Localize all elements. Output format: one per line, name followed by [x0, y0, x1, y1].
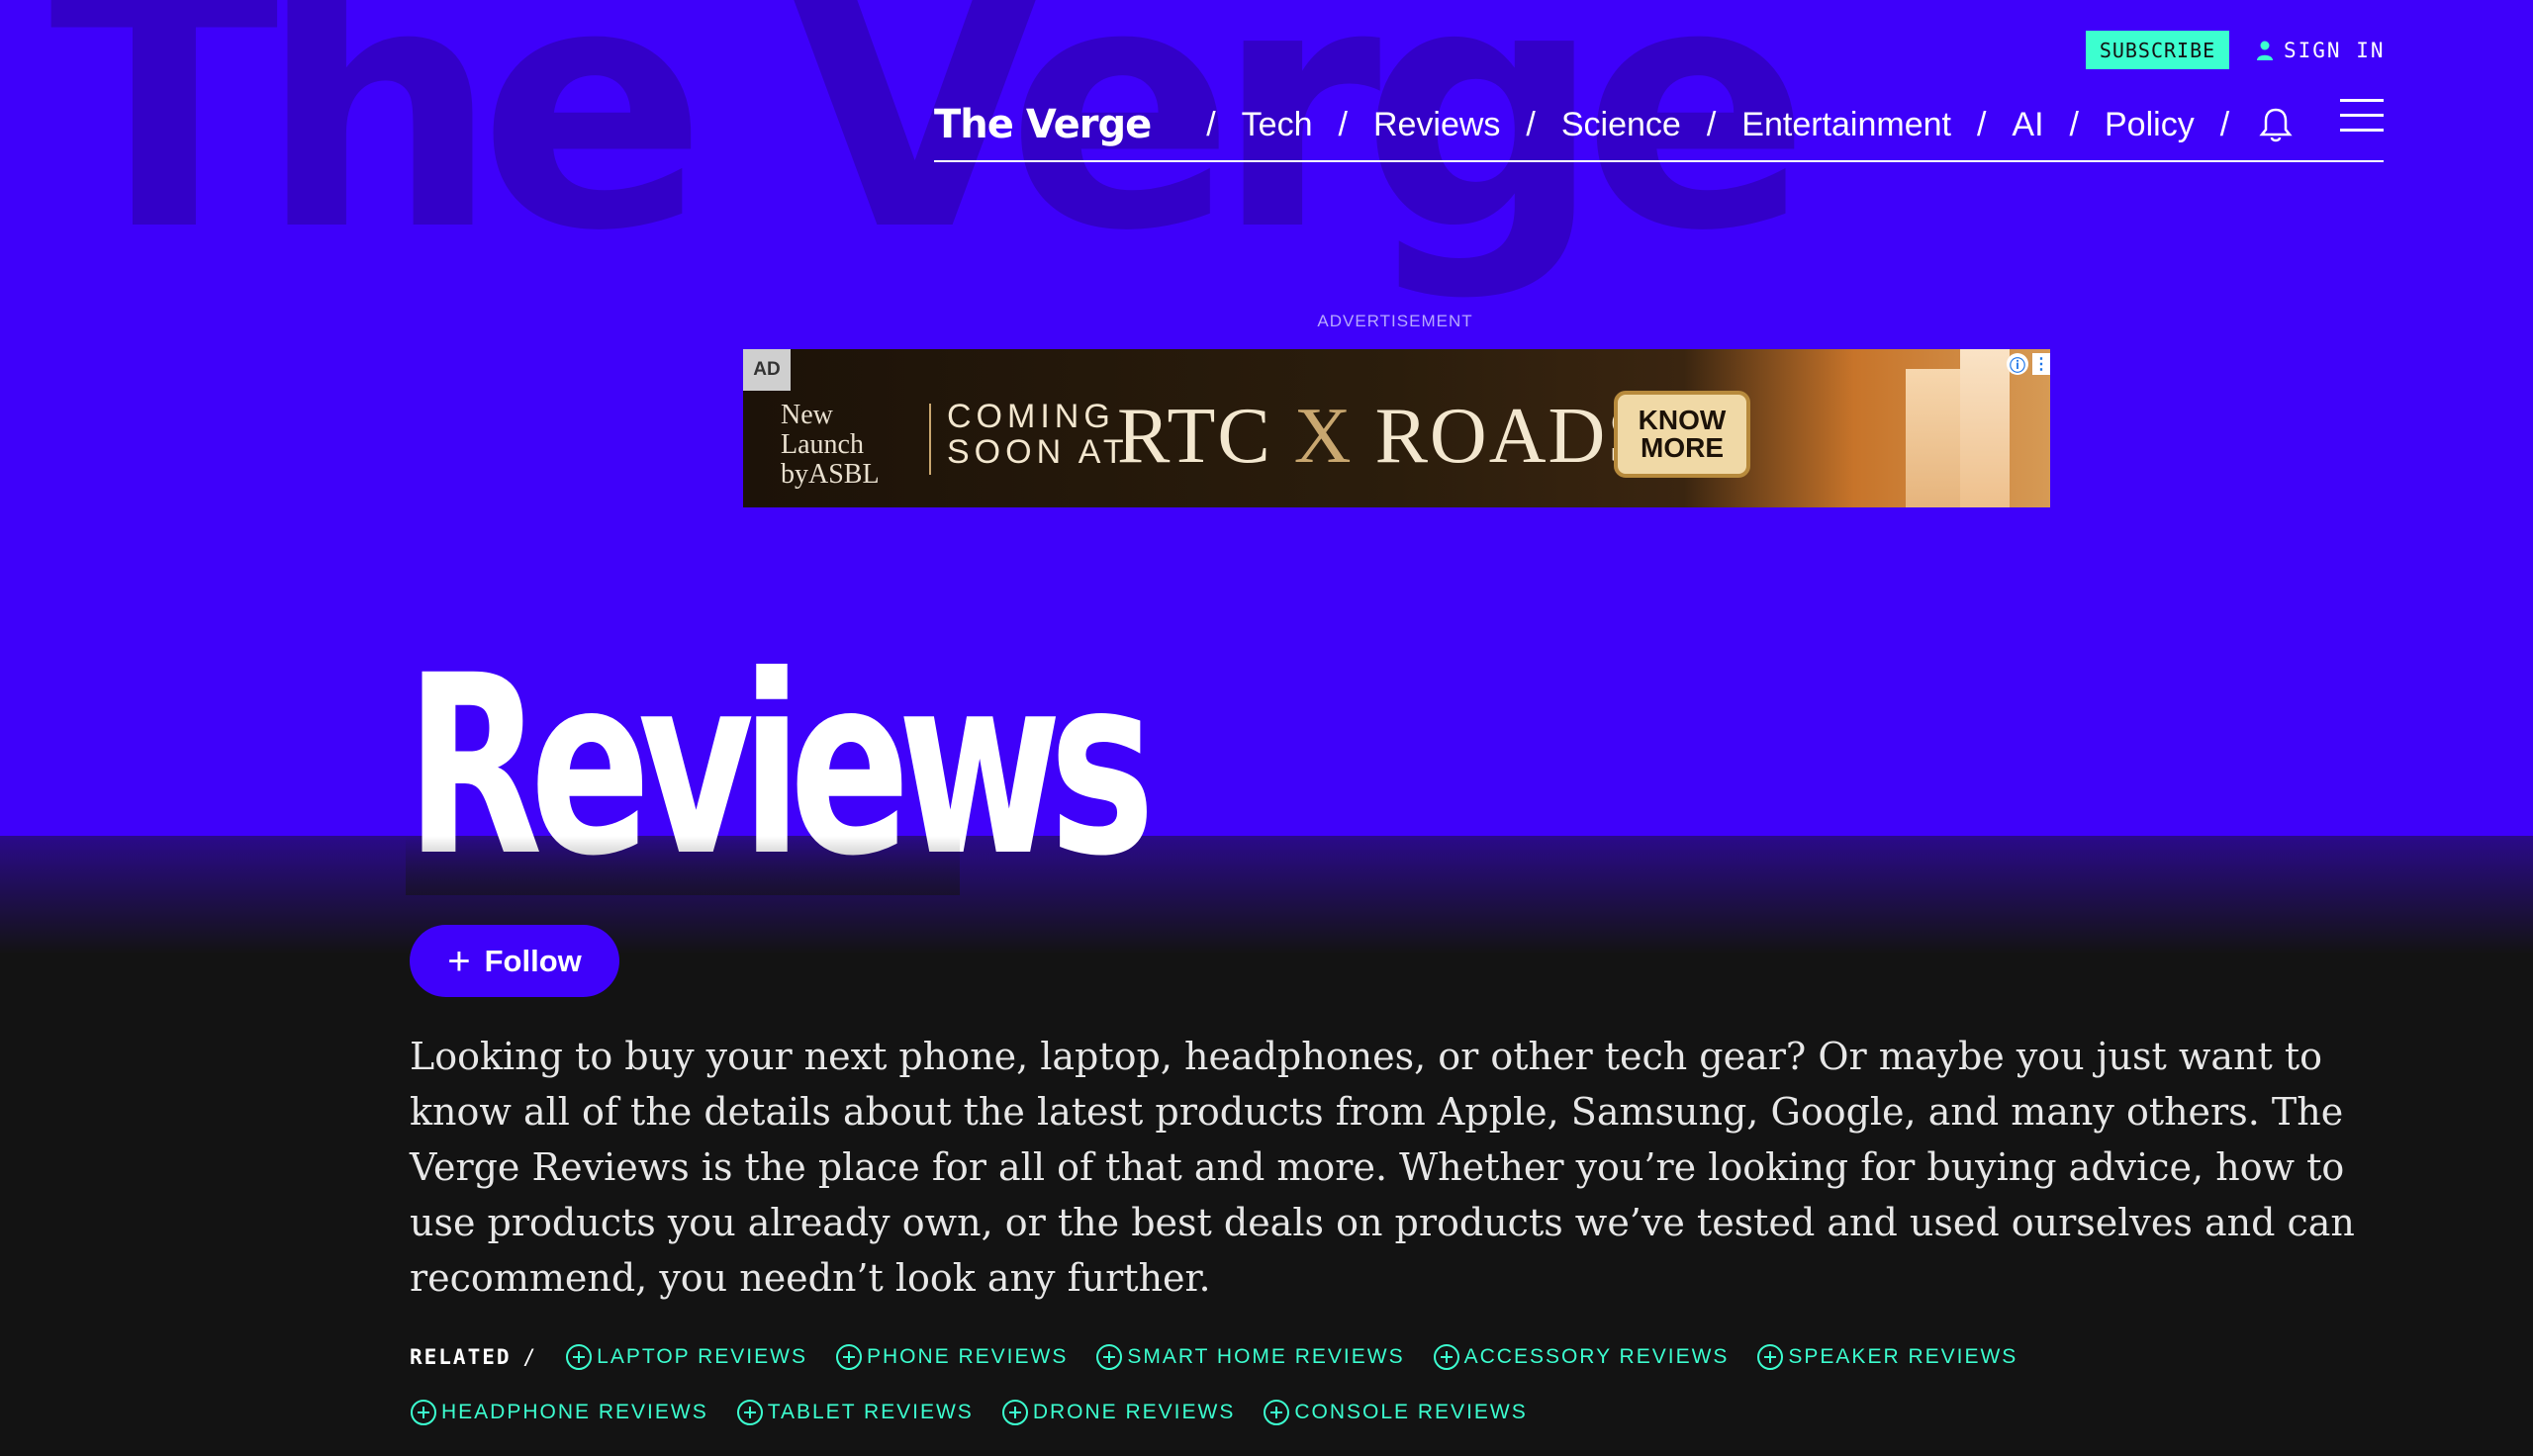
main-nav: The Verge / Tech / Reviews / Science / E…	[934, 89, 2384, 162]
ad-coming-line: SOON AT	[947, 433, 1129, 471]
nav-separator: /	[1206, 105, 1216, 143]
ad-headline-x: X	[1293, 393, 1354, 480]
related-tag-label: HEADPHONE REVIEWS	[441, 1401, 708, 1423]
ad-headline-right: ROADS	[1374, 393, 1653, 480]
hero-fade	[0, 836, 2533, 955]
ad-info-icon[interactable]: ⓘ	[2007, 353, 2028, 375]
related-tag-label: PHONE REVIEWS	[866, 1345, 1069, 1368]
subscribe-button[interactable]: SUBSCRIBE	[2086, 31, 2229, 69]
plus-icon: +	[447, 939, 471, 983]
ad-brand: New Launch byASBL	[781, 401, 880, 490]
nav-item-science[interactable]: Science	[1561, 106, 1681, 144]
plus-circle-icon	[736, 1400, 763, 1425]
related-tag-label: TABLET REVIEWS	[767, 1401, 974, 1423]
ad-brand-line: New	[781, 400, 833, 430]
plus-circle-icon	[1264, 1400, 1290, 1425]
plus-circle-icon	[566, 1344, 593, 1370]
plus-circle-icon	[1433, 1344, 1459, 1370]
related-tag-label: CONSOLE REVIEWS	[1294, 1401, 1528, 1423]
ad-coming-line: COMING	[947, 398, 1115, 435]
ad-cta-line: MORE	[1641, 432, 1724, 463]
nav-item-policy[interactable]: Policy	[2105, 106, 2195, 144]
related-tag-smart-home-reviews[interactable]: SMART HOME REVIEWS	[1095, 1343, 1404, 1371]
ad-more-icon[interactable]: ⋮	[2032, 353, 2050, 375]
page-description: Looking to buy your next phone, laptop, …	[410, 1035, 2355, 1300]
sign-in-link[interactable]: SIGN IN	[2256, 36, 2386, 65]
nav-separator: /	[1976, 105, 1987, 143]
advertisement-banner[interactable]: AD New Launch byASBL COMING SOON AT RTC …	[743, 349, 2050, 507]
related-tag-console-reviews[interactable]: CONSOLE REVIEWS	[1263, 1399, 1527, 1426]
related-tag-phone-reviews[interactable]: PHONE REVIEWS	[835, 1343, 1068, 1371]
related-tag-label: LAPTOP REVIEWS	[597, 1345, 807, 1368]
ad-brand-line: byASBL	[781, 459, 880, 490]
related-topics: RELATED / LAPTOP REVIEWS PHONE REVIEWS S…	[410, 1343, 2290, 1426]
nav-item-reviews[interactable]: Reviews	[1373, 106, 1500, 144]
related-tag-label: SMART HOME REVIEWS	[1127, 1345, 1405, 1368]
follow-button[interactable]: + Follow	[410, 925, 619, 997]
related-label: RELATED	[410, 1345, 512, 1369]
related-tag-accessory-reviews[interactable]: ACCESSORY REVIEWS	[1433, 1343, 1730, 1371]
ad-building-image	[1960, 349, 2010, 507]
related-separator: /	[522, 1345, 538, 1369]
plus-circle-icon	[411, 1400, 436, 1425]
hamburger-menu-icon[interactable]	[2340, 99, 2384, 135]
plus-circle-icon	[1757, 1344, 1784, 1370]
related-tag-drone-reviews[interactable]: DRONE REVIEWS	[1001, 1399, 1236, 1426]
nav-separator: /	[1706, 105, 1717, 143]
nav-separator: /	[2069, 105, 2079, 143]
related-tag-speaker-reviews[interactable]: SPEAKER REVIEWS	[1756, 1343, 2017, 1371]
ad-headline: RTC X ROADS	[1117, 397, 1653, 476]
ad-coming-soon: COMING SOON AT	[929, 399, 1129, 470]
related-tag-laptop-reviews[interactable]: LAPTOP REVIEWS	[565, 1343, 807, 1371]
ad-badge: AD	[743, 349, 791, 391]
related-tag-label: ACCESSORY REVIEWS	[1463, 1345, 1730, 1368]
plus-circle-icon	[1001, 1400, 1028, 1425]
sign-in-label: SIGN IN	[2284, 39, 2386, 62]
nav-item-entertainment[interactable]: Entertainment	[1741, 106, 1951, 144]
related-tag-label: SPEAKER REVIEWS	[1788, 1345, 2018, 1368]
nav-separator: /	[1526, 105, 1536, 143]
user-icon	[2257, 41, 2273, 60]
related-tag-label: DRONE REVIEWS	[1032, 1401, 1236, 1423]
nav-separator: /	[2219, 105, 2230, 143]
nav-separator: /	[1338, 105, 1348, 143]
page-title-fade	[406, 836, 960, 895]
bell-icon[interactable]	[2259, 106, 2293, 143]
plus-circle-icon	[835, 1344, 862, 1370]
related-tag-headphone-reviews[interactable]: HEADPHONE REVIEWS	[410, 1399, 708, 1426]
nav-item-ai[interactable]: AI	[2012, 106, 2043, 144]
related-tag-tablet-reviews[interactable]: TABLET REVIEWS	[736, 1399, 974, 1426]
ad-headline-left: RTC	[1117, 393, 1272, 480]
ad-brand-line: Launch	[781, 429, 864, 460]
plus-circle-icon	[1096, 1344, 1123, 1370]
nav-item-tech[interactable]: Tech	[1242, 106, 1313, 144]
ad-know-more-button[interactable]: KNOW MORE	[1614, 391, 1750, 478]
follow-label: Follow	[484, 943, 582, 978]
ad-cta-line: KNOW	[1638, 405, 1727, 435]
advertisement-label: ADVERTISEMENT	[1317, 312, 1473, 330]
site-logo[interactable]: The Verge	[934, 102, 1152, 147]
